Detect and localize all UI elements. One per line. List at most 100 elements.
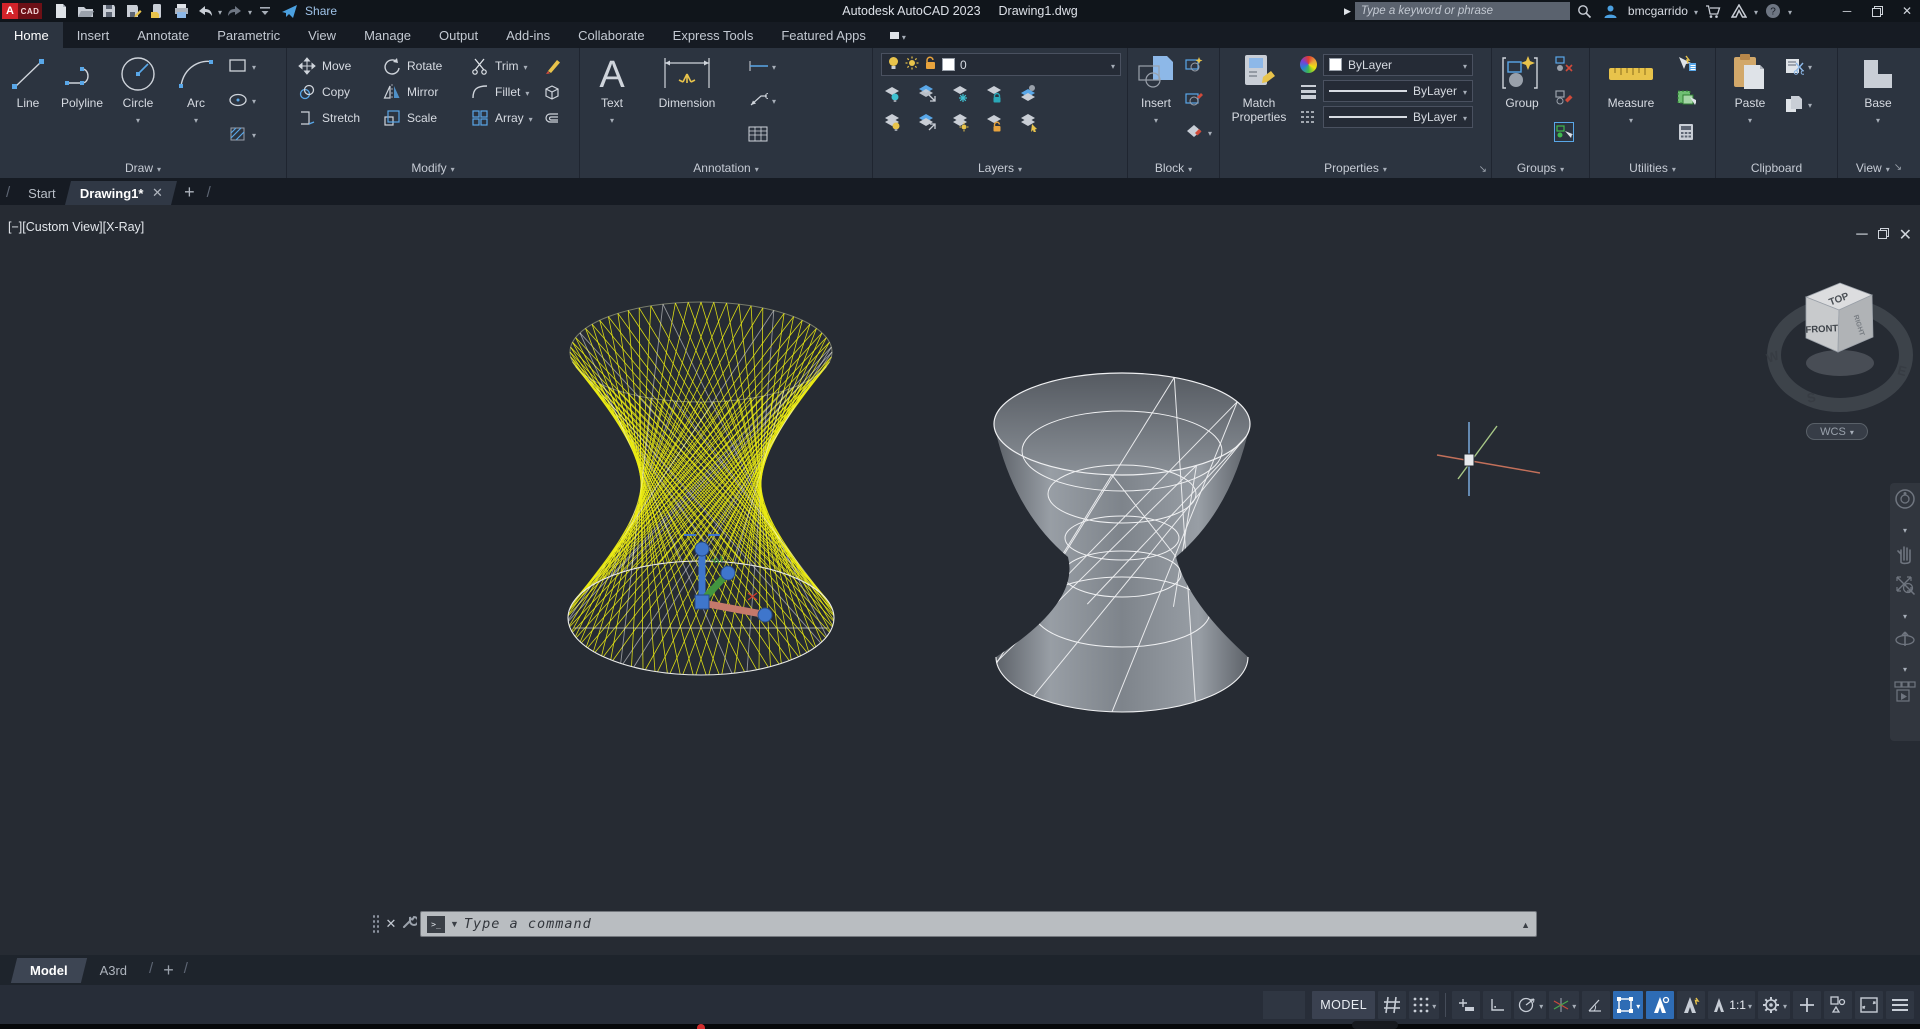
tab-add-ins[interactable]: Add-ins (492, 22, 564, 48)
search-icon[interactable] (1574, 1, 1596, 21)
layer-lock-icon[interactable] (985, 83, 1005, 103)
trim-dropdown[interactable] (524, 59, 528, 73)
lineweight-dropdown[interactable]: ByLayer (1323, 80, 1473, 102)
group-edit-button[interactable] (1554, 86, 1584, 110)
explode-button[interactable] (542, 80, 562, 104)
stretch-button[interactable]: Stretch (297, 106, 360, 130)
ungroup-button[interactable] (1554, 52, 1584, 76)
navigation-wheel-dropdown[interactable] (1903, 520, 1907, 538)
tab-view[interactable]: View (294, 22, 350, 48)
linetype-dropdown[interactable]: ByLayer (1323, 106, 1473, 128)
share-label[interactable]: Share (305, 4, 337, 18)
redo-dropdown[interactable] (248, 4, 252, 18)
text-dropdown[interactable] (610, 110, 614, 128)
trim-button[interactable]: Trim (470, 54, 528, 78)
customize-statusbar-button[interactable] (1886, 991, 1914, 1019)
app-menu-button[interactable]: A CAD (2, 3, 42, 19)
customize-qat-button[interactable] (254, 1, 276, 21)
open-file-button[interactable] (74, 1, 96, 21)
dimension-button[interactable]: Dimension (642, 52, 732, 110)
fillet-dropdown[interactable] (525, 85, 529, 99)
tab-home[interactable]: Home (0, 22, 63, 48)
viewport-close-icon[interactable]: ✕ (1899, 225, 1912, 245)
user-dropdown[interactable] (1694, 4, 1698, 18)
command-input-bar[interactable]: >_ ▼ Type a command (420, 911, 1537, 937)
measure-button[interactable]: Measure (1598, 52, 1664, 128)
grid-display-toggle[interactable] (1378, 991, 1406, 1019)
close-button[interactable]: ✕ (1894, 1, 1920, 21)
erase-button[interactable] (542, 54, 562, 78)
username-label[interactable]: bmcgarrido (1628, 4, 1688, 18)
arc-dropdown[interactable] (194, 110, 198, 128)
layer-on-bulb-icon[interactable] (887, 56, 900, 73)
polar-tracking-toggle[interactable] (1514, 991, 1546, 1019)
layer-make-current-icon[interactable] (1019, 83, 1039, 103)
autodesk-logo-icon[interactable] (1728, 1, 1750, 21)
new-layout-button[interactable]: + (163, 960, 174, 981)
text-button[interactable]: A Text (586, 52, 638, 128)
table-button[interactable] (748, 122, 798, 146)
object-color-dropdown[interactable]: ByLayer (1323, 54, 1473, 76)
panel-title-clipboard[interactable]: Clipboard (1716, 157, 1837, 178)
circle-dropdown[interactable] (136, 110, 140, 128)
layer-dropdown-caret[interactable] (1111, 58, 1115, 72)
tab-manage[interactable]: Manage (350, 22, 425, 48)
file-tab-drawing1[interactable]: Drawing1* ✕ (65, 181, 177, 205)
fillet-button[interactable]: Fillet (470, 80, 529, 104)
tab-annotate[interactable]: Annotate (123, 22, 203, 48)
clean-screen-button[interactable] (1855, 991, 1883, 1019)
insert-button[interactable]: Insert (1130, 52, 1182, 128)
layer-unlock-tool-icon[interactable] (985, 112, 1005, 132)
layer-sun-icon[interactable] (905, 56, 919, 73)
help-icon[interactable]: ? (1762, 1, 1784, 21)
panel-title-layers[interactable]: Layers (873, 157, 1127, 178)
customization-plus-button[interactable] (1793, 991, 1821, 1019)
group-selection-toggle[interactable] (1554, 120, 1584, 144)
wcs-dropdown[interactable]: WCS (1806, 423, 1868, 440)
redo-button[interactable] (224, 1, 246, 21)
layer-freeze-icon[interactable] (951, 83, 971, 103)
polyline-button[interactable]: Polyline (56, 52, 108, 110)
pan-icon[interactable] (1893, 540, 1917, 571)
copy-clip-button[interactable] (1784, 92, 1828, 116)
layer-unlock-icon[interactable] (924, 56, 937, 73)
open-from-web-mobile-button[interactable] (146, 1, 168, 21)
autodesk-dropdown[interactable] (1754, 4, 1758, 18)
paste-button[interactable]: Paste (1722, 52, 1778, 128)
help-dropdown[interactable] (1788, 4, 1792, 18)
orbit-icon[interactable] (1893, 626, 1917, 657)
tab-output[interactable]: Output (425, 22, 492, 48)
annotation-autoscale-toggle[interactable] (1677, 991, 1705, 1019)
rectangle-button[interactable] (228, 54, 268, 78)
plot-button[interactable] (170, 1, 192, 21)
model-paper-toggle[interactable]: MODEL (1312, 991, 1375, 1019)
layer-isolate-icon[interactable] (917, 83, 937, 103)
drawing-viewport[interactable]: WSETOPFRONTRIGHT [−][Custom View][X-Ray]… (0, 205, 1920, 955)
panel-title-annotation[interactable]: Annotation (580, 157, 872, 178)
panel-title-draw[interactable]: Draw (0, 157, 286, 178)
restore-button[interactable] (1864, 1, 1890, 21)
move-button[interactable]: Move (297, 54, 351, 78)
base-button[interactable]: Base (1852, 52, 1904, 128)
line-button[interactable]: Line (2, 52, 54, 110)
select-similar-button[interactable] (1676, 86, 1706, 110)
arc-button[interactable]: Arc (170, 52, 222, 128)
recent-commands-dropdown[interactable]: ▼ (450, 919, 459, 929)
edit-block-button[interactable] (1184, 86, 1214, 110)
isolate-objects-button[interactable] (1824, 991, 1852, 1019)
layer-off-icon[interactable] (883, 83, 903, 103)
orbit-dropdown[interactable] (1903, 659, 1907, 677)
panel-title-utilities[interactable]: Utilities (1590, 157, 1715, 178)
copy-button[interactable]: Copy (297, 80, 350, 104)
annotation-scale-button[interactable]: 1:1 (1708, 991, 1755, 1019)
annotation-visibility-toggle[interactable] (1646, 991, 1674, 1019)
paste-dropdown[interactable] (1748, 110, 1752, 128)
tab-parametric[interactable]: Parametric (203, 22, 294, 48)
command-dock-close-icon[interactable]: ✕ (384, 916, 398, 932)
array-button[interactable]: Array (470, 106, 533, 130)
infer-constraints-toggle[interactable] (1452, 991, 1480, 1019)
search-expand-icon[interactable]: ▶ (1344, 6, 1351, 17)
new-file-button[interactable] (50, 1, 72, 21)
panel-title-modify[interactable]: Modify (287, 157, 579, 178)
object-snap-tracking-toggle[interactable] (1582, 991, 1610, 1019)
